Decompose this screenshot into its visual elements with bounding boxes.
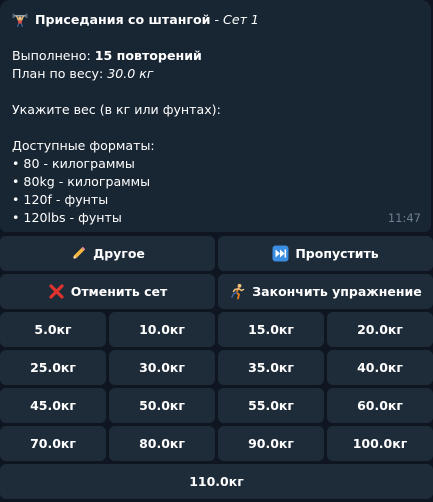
keyboard-row: 70.0кг 80.0кг 90.0кг 100.0кг [0,426,433,461]
plan-label: План по весу: [12,66,108,81]
weight-button[interactable]: 25.0кг [0,350,106,385]
format-item: • 120f - фунты [12,192,109,207]
chat-view: Приседания со штангой - Сет 1 Выполнено:… [0,0,433,502]
plan-line: План по весу: 30.0 кг [12,65,419,83]
cancel-set-label: Отменить сет [70,284,168,299]
finish-exercise-button[interactable]: Закончить упражнение [218,274,433,309]
weight-button[interactable]: 60.0кг [327,388,433,423]
keyboard-row: 5.0кг 10.0кг 15.0кг 20.0кг [0,312,433,347]
weight-prompt: Укажите вес (в кг или фунтах): [12,102,221,117]
done-label: Выполнено: [12,48,95,63]
done-line: Выполнено: 15 повторений [12,47,419,65]
message-timestamp: 11:47 [387,211,421,225]
finish-exercise-label: Закончить упражнение [252,284,422,299]
keyboard-row: Другое Пропустить [0,236,433,271]
weight-button[interactable]: 70.0кг [0,426,106,461]
weight-button[interactable]: 5.0кг [0,312,106,347]
format-item: • 80kg - килограммы [12,174,151,189]
pencil-icon [70,245,87,262]
fast-forward-icon [272,245,289,262]
keyboard-row: 110.0кг [0,464,433,499]
exercise-title: Приседания со штангой [35,12,211,27]
weight-button[interactable]: 90.0кг [218,426,324,461]
keyboard-row: 45.0кг 50.0кг 55.0кг 60.0кг [0,388,433,423]
weight-button[interactable]: 80.0кг [109,426,215,461]
other-button[interactable]: Другое [0,236,215,271]
keyboard-row: 25.0кг 30.0кг 35.0кг 40.0кг [0,350,433,385]
weight-button[interactable]: 35.0кг [218,350,324,385]
weight-button[interactable]: 55.0кг [218,388,324,423]
set-label: Сет 1 [223,12,259,27]
runner-icon [229,283,246,300]
weight-button[interactable]: 45.0кг [0,388,106,423]
bot-message: Приседания со штангой - Сет 1 Выполнено:… [0,0,431,232]
other-label: Другое [93,246,145,261]
formats-title: Доступные форматы: [12,138,155,153]
inline-keyboard: Другое Пропустить Отменить сет Закончить… [0,236,433,502]
weight-button[interactable]: 110.0кг [0,464,433,499]
weight-button[interactable]: 100.0кг [327,426,433,461]
keyboard-row: Отменить сет Закончить упражнение [0,274,433,309]
title-separator: - [210,12,224,27]
cancel-set-button[interactable]: Отменить сет [0,274,215,309]
done-value: 15 повторений [94,48,202,63]
weight-button[interactable]: 10.0кг [109,312,215,347]
skip-button[interactable]: Пропустить [218,236,433,271]
weight-button[interactable]: 50.0кг [109,388,215,423]
format-item: • 120lbs - фунты [12,210,122,225]
red-cross-icon [48,283,65,300]
skip-label: Пропустить [295,246,379,261]
weight-button[interactable]: 15.0кг [218,312,324,347]
weightlifter-icon [12,12,28,28]
weight-button[interactable]: 40.0кг [327,350,433,385]
format-item: • 80 - килограммы [12,156,135,171]
weight-button[interactable]: 20.0кг [327,312,433,347]
weight-button[interactable]: 30.0кг [109,350,215,385]
message-title-line: Приседания со штангой - Сет 1 [12,11,419,29]
plan-value: 30.0 кг [107,66,154,81]
